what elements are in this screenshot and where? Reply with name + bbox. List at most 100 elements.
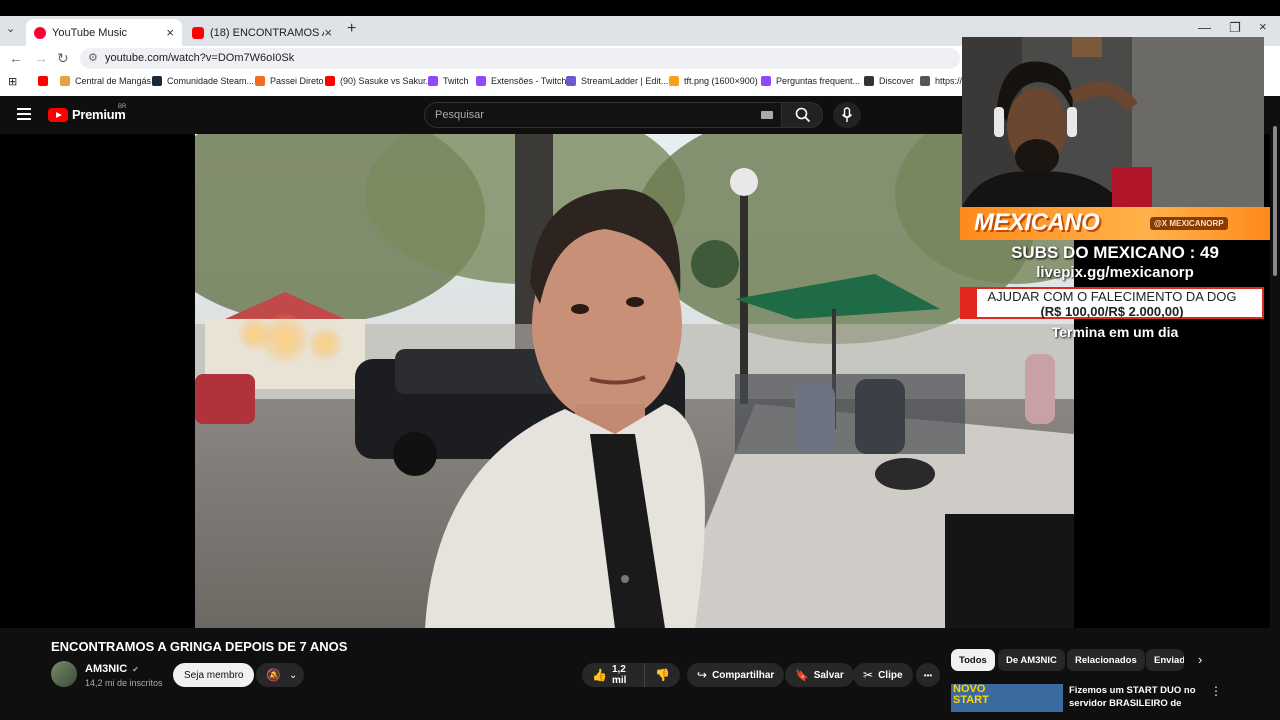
video-player[interactable] [195,134,1074,628]
bookmark-label: Twitch [443,76,469,86]
back-icon[interactable]: ← [9,50,23,66]
bookmark-item[interactable]: Perguntas frequent... [761,76,860,86]
like-button[interactable]: 👍 1,2 mil [582,663,646,687]
notifications-button[interactable]: 🔕 ⌄ [256,663,304,687]
channel-name[interactable]: AM3NIC ✔ [85,663,139,675]
chevron-right-icon[interactable]: › [1198,652,1202,667]
channel-avatar[interactable] [51,661,77,687]
close-tab-icon[interactable]: × [166,25,174,40]
save-button[interactable]: 🔖 Salvar [785,663,854,687]
bookmark-label: (90) Sasuke vs Sakur... [340,76,434,86]
youtube-icon [38,76,48,86]
globe-icon [920,76,930,86]
twitch-icon [428,76,438,86]
dislike-button[interactable]: 👎 [645,668,680,682]
clip-label: Clipe [878,669,903,681]
chip-uploaded[interactable]: Enviad [1146,649,1184,671]
recommended-thumbnail[interactable]: NOVO START [951,684,1063,712]
share-button[interactable]: ↪ Compartilhar [687,663,785,687]
tab-search-chevron-icon[interactable]: ⌄ [6,22,15,35]
chip-related[interactable]: Relacionados [1067,649,1145,671]
bookmark-item[interactable]: Passei Direto [255,76,324,86]
search-input[interactable]: Pesquisar [424,102,782,128]
video-title: ENCONTRAMOS A GRINGA DEPOIS DE 7 ANOS [51,639,348,654]
menu-icon[interactable] [17,108,31,120]
webcam-frame [962,37,1264,207]
omnibox[interactable]: ⚙ youtube.com/watch?v=DOm7W6oI0Sk [80,48,960,69]
twitch-icon [476,76,486,86]
thumbnail-text: NOVO START [953,684,989,706]
subscriber-count: 14,2 mi de inscritos [85,678,163,688]
goal-title: AJUDAR COM O FALECIMENTO DA DOG [987,289,1237,304]
like-count: 1,2 mil [611,664,627,686]
new-tab-button[interactable]: + [347,20,356,38]
tab-youtube-music[interactable]: YouTube Music × [26,19,182,46]
subs-counter: SUBS DO MEXICANO : 49 [1011,243,1219,262]
youtube-icon [192,26,204,39]
bookmark-label: Perguntas frequent... [776,76,861,86]
thumbs-down-icon: 👎 [655,668,670,682]
bookmark-item[interactable] [38,76,53,86]
microphone-icon [841,107,853,122]
youtube-icon [325,76,335,86]
bookmark-item[interactable]: Discover [864,76,914,86]
bookmark-item[interactable]: Twitch [428,76,469,86]
recommended-title[interactable]: Fizemos um START DUO no servidor BRASILE… [1069,684,1199,706]
bookmark-item[interactable]: tft.png (1600×900) [669,76,758,86]
join-member-button[interactable]: Seja membro [173,663,255,687]
bookmark-label: https:// [935,76,963,86]
youtube-play-icon [48,107,68,122]
bookmark-label: StreamLadder | Edit... [581,76,669,86]
chip-from-channel[interactable]: De AM3NIC [998,649,1065,671]
bookmark-item[interactable]: (90) Sasuke vs Sakur... [325,76,433,86]
logo-region: BR [118,104,127,110]
bookmark-item[interactable]: Extensões - Twitch [476,76,566,86]
overlay-banner: MEXICANO @X MEXICANORP [960,207,1270,240]
forward-icon[interactable]: → [34,50,48,66]
bookmark-item[interactable]: StreamLadder | Edit... [566,76,668,86]
page-scrollbar[interactable] [1270,96,1280,706]
bookmark-icon: 🔖 [795,669,809,682]
bookmark-item[interactable]: https:// [920,76,962,86]
bell-off-icon: 🔕 [266,668,281,682]
more-actions-button[interactable]: ••• [916,663,940,687]
bookmark-item[interactable]: Central de Mangás [60,76,151,86]
verified-icon: ✔ [132,665,139,674]
bookmark-item[interactable]: Comunidade Steam... [152,76,254,86]
bookmark-label: tft.png (1600×900) [684,76,758,86]
scissors-icon: ✂ [863,668,874,682]
apps-icon[interactable]: ⊞ [8,75,17,88]
channel-name-text: AM3NIC [85,663,128,675]
tab-video[interactable]: (18) ENCONTRAMOS A GRINGA × [184,19,340,46]
site-info-icon[interactable]: ⚙ [88,51,98,64]
scroll-thumb[interactable] [1273,126,1277,276]
voice-search-button[interactable] [833,102,861,128]
chip-all[interactable]: Todos [951,649,995,671]
keyboard-icon[interactable] [761,111,773,119]
streamladder-icon [566,76,576,86]
close-window-icon[interactable]: × [1259,19,1267,34]
stream-overlay: MEXICANO @X MEXICANORP SUBS DO MEXICANO … [960,207,1270,342]
search-icon [795,107,811,123]
minimize-icon[interactable]: — [1198,20,1211,35]
recommended-menu-icon[interactable]: ⋮ [1210,684,1222,698]
twitch-icon [761,76,771,86]
bookmark-label: Comunidade Steam... [167,76,255,86]
thumbs-up-icon: 👍 [592,668,607,682]
like-dislike-group: 👍 1,2 mil 👎 [582,663,680,687]
clip-button[interactable]: ✂ Clipe [853,663,913,687]
steam-icon [152,76,162,86]
search-button[interactable] [781,102,823,128]
streamer-webcam [962,37,1264,207]
bookmark-label: Central de Mangás [75,76,152,86]
youtube-music-icon [34,26,46,39]
donation-goal: AJUDAR COM O FALECIMENTO DA DOG (R$ 100,… [960,287,1264,319]
close-tab-icon[interactable]: × [324,25,332,40]
restore-icon[interactable]: ❐ [1229,20,1241,36]
url-text[interactable]: youtube.com/watch?v=DOm7W6oI0Sk [105,52,294,64]
donation-url: livepix.gg/mexicanorp [1036,264,1194,281]
video-frame [195,134,1074,628]
passei-icon [255,76,265,86]
youtube-logo[interactable]: Premium BR [48,104,127,122]
reload-icon[interactable]: ↻ [57,50,69,67]
